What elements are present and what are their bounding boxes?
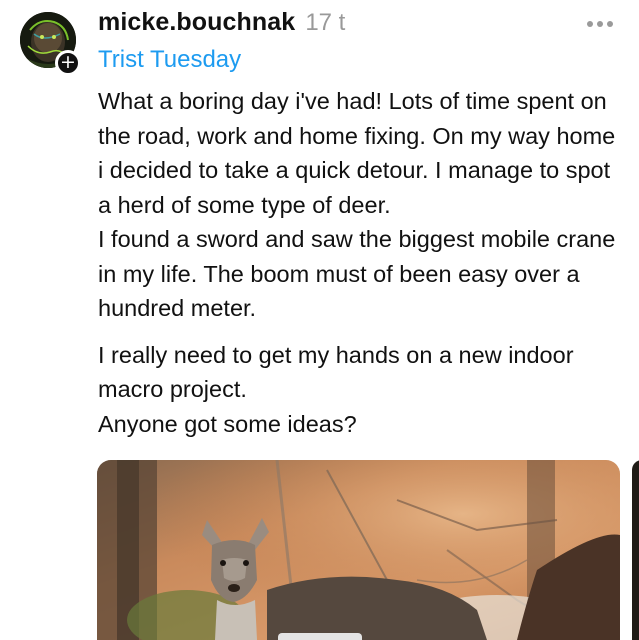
dot (607, 21, 613, 27)
timestamp: 17 t (305, 9, 346, 36)
next-photo-peek[interactable] (632, 460, 639, 640)
post-paragraph: Anyone got some ideas? (98, 410, 357, 437)
dot (597, 21, 603, 27)
topic-tag[interactable]: Trist Tuesday (98, 46, 241, 74)
more-options-icon[interactable] (587, 20, 613, 28)
post-header: micke.bouchnak 17 t (98, 8, 345, 42)
post-photo[interactable] (97, 460, 620, 640)
follow-plus-icon[interactable]: + (55, 50, 81, 76)
dot (587, 21, 593, 27)
post-paragraph: I really need to get my hands on a new i… (98, 341, 574, 403)
thread-post: + micke.bouchnak 17 t Trist Tuesday What… (0, 0, 639, 640)
post-paragraph: What a boring day i've had! Lots of time… (98, 88, 616, 218)
username[interactable]: micke.bouchnak (98, 8, 295, 37)
post-paragraph: I found a sword and saw the biggest mobi… (98, 226, 616, 321)
avatar-container[interactable]: + (20, 12, 81, 76)
scroll-indicator (278, 633, 362, 640)
deer-photo-image (97, 460, 620, 640)
post-body: What a boring day i've had! Lots of time… (98, 84, 623, 441)
